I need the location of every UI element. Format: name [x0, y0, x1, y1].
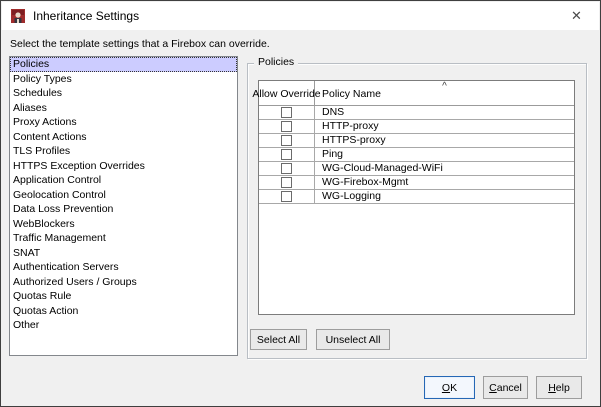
policy-name-cell: WG-Logging — [315, 190, 574, 203]
sidebar-item[interactable]: Quotas Action — [10, 304, 237, 319]
allow-override-cell — [259, 120, 315, 133]
table-row[interactable]: HTTPS-proxy — [259, 134, 574, 148]
policy-name-cell: WG-Cloud-Managed-WiFi — [315, 162, 574, 175]
policy-name-cell: HTTPS-proxy — [315, 134, 574, 147]
sidebar-item[interactable]: Policy Types — [10, 72, 237, 87]
select-all-button[interactable]: Select All — [250, 329, 307, 350]
close-button[interactable]: ✕ — [554, 2, 599, 30]
app-icon — [10, 9, 26, 24]
settings-category-list[interactable]: PoliciesPolicy TypesSchedulesAliasesProx… — [9, 56, 238, 356]
sidebar-item[interactable]: Traffic Management — [10, 231, 237, 246]
policies-table: Allow Override ^ Policy Name DNSHTTP-pro… — [258, 80, 575, 315]
sort-ascending-icon: ^ — [442, 82, 447, 91]
titlebar[interactable]: Inheritance Settings ✕ — [2, 2, 599, 30]
sidebar-item[interactable]: Proxy Actions — [10, 115, 237, 130]
table-row[interactable]: WG-Cloud-Managed-WiFi — [259, 162, 574, 176]
sidebar-item[interactable]: Authentication Servers — [10, 260, 237, 275]
sidebar-item[interactable]: Aliases — [10, 101, 237, 116]
allow-override-checkbox[interactable] — [281, 107, 292, 118]
allow-override-checkbox[interactable] — [281, 149, 292, 160]
sidebar-item[interactable]: Schedules — [10, 86, 237, 101]
help-button[interactable]: Help — [536, 376, 582, 399]
allow-override-checkbox[interactable] — [281, 177, 292, 188]
sidebar-item[interactable]: Other — [10, 318, 237, 333]
allow-override-cell — [259, 176, 315, 189]
column-header-policy-name[interactable]: ^ Policy Name — [315, 81, 574, 105]
inheritance-settings-dialog: Inheritance Settings ✕ Select the templa… — [0, 0, 601, 407]
sidebar-item[interactable]: Data Loss Prevention — [10, 202, 237, 217]
ok-button[interactable]: OK — [424, 376, 475, 399]
policy-name-cell: HTTP-proxy — [315, 120, 574, 133]
policy-name-cell: WG-Firebox-Mgmt — [315, 176, 574, 189]
unselect-all-button[interactable]: Unselect All — [316, 329, 390, 350]
allow-override-cell — [259, 162, 315, 175]
allow-override-checkbox[interactable] — [281, 121, 292, 132]
cancel-button[interactable]: Cancel — [483, 376, 528, 399]
sidebar-item[interactable]: Policies — [10, 57, 237, 72]
allow-override-checkbox[interactable] — [281, 135, 292, 146]
instruction-text: Select the template settings that a Fire… — [10, 38, 270, 50]
sidebar-item[interactable]: Content Actions — [10, 130, 237, 145]
policy-name-cell: DNS — [315, 106, 574, 119]
table-row[interactable]: WG-Firebox-Mgmt — [259, 176, 574, 190]
table-row[interactable]: WG-Logging — [259, 190, 574, 204]
allow-override-checkbox[interactable] — [281, 163, 292, 174]
sidebar-item[interactable]: SNAT — [10, 246, 237, 261]
table-row[interactable]: DNS — [259, 106, 574, 120]
allow-override-cell — [259, 148, 315, 161]
allow-override-cell — [259, 134, 315, 147]
allow-override-cell — [259, 190, 315, 203]
table-row[interactable]: Ping — [259, 148, 574, 162]
sidebar-item[interactable]: WebBlockers — [10, 217, 237, 232]
allow-override-cell — [259, 106, 315, 119]
table-body: DNSHTTP-proxyHTTPS-proxyPingWG-Cloud-Man… — [259, 106, 574, 204]
window-title: Inheritance Settings — [33, 9, 139, 23]
sidebar-item[interactable]: Application Control — [10, 173, 237, 188]
sidebar-item[interactable]: Authorized Users / Groups — [10, 275, 237, 290]
column-header-allow-override[interactable]: Allow Override — [259, 81, 315, 105]
groupbox-title: Policies — [254, 56, 298, 68]
table-row[interactable]: HTTP-proxy — [259, 120, 574, 134]
sidebar-item[interactable]: Quotas Rule — [10, 289, 237, 304]
close-icon: ✕ — [571, 8, 582, 24]
sidebar-item[interactable]: TLS Profiles — [10, 144, 237, 159]
sidebar-item[interactable]: HTTPS Exception Overrides — [10, 159, 237, 174]
policies-groupbox: Policies Allow Override ^ Policy Name DN… — [247, 63, 587, 359]
sidebar-item[interactable]: Geolocation Control — [10, 188, 237, 203]
table-header: Allow Override ^ Policy Name — [259, 81, 574, 106]
policy-name-cell: Ping — [315, 148, 574, 161]
allow-override-checkbox[interactable] — [281, 191, 292, 202]
